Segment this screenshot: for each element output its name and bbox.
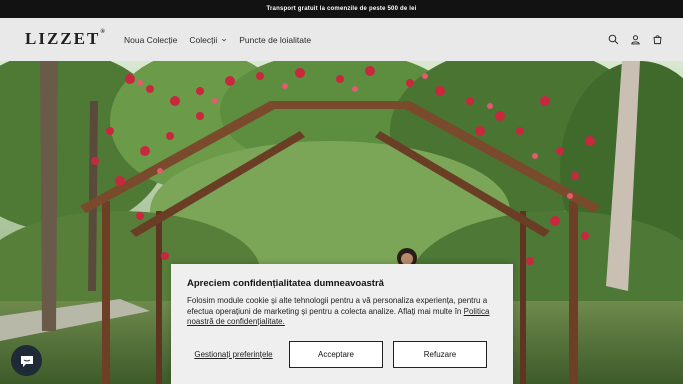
cookie-consent-banner: Apreciem confidențialitatea dumneavoastr… xyxy=(171,264,513,384)
site-header: LIZZET® Noua Colecție Colecții Puncte de… xyxy=(0,18,683,61)
chat-icon xyxy=(20,355,33,367)
nav-item-puncte-de-loialitate[interactable]: Puncte de loialitate xyxy=(239,35,311,45)
nav-label: Noua Colecție xyxy=(124,34,178,45)
nav-item-colectii[interactable]: Colecții xyxy=(189,35,227,45)
accept-cookies-button[interactable]: Acceptare xyxy=(289,341,383,368)
header-actions xyxy=(608,18,663,61)
search-icon[interactable] xyxy=(608,34,619,45)
manage-preferences-button[interactable]: Gestionați preferințele xyxy=(187,350,280,359)
cookie-banner-body: Folosim module cookie și alte tehnologii… xyxy=(187,296,488,316)
announcement-text: Transport gratuit la comenzile de peste … xyxy=(266,6,417,12)
cart-icon[interactable] xyxy=(652,34,663,45)
chat-widget-button[interactable] xyxy=(11,345,42,376)
account-icon[interactable] xyxy=(630,34,641,45)
logo-text: LIZZET xyxy=(25,29,101,48)
refuse-cookies-button[interactable]: Refuzare xyxy=(393,341,487,368)
nav-label: Puncte de loialitate xyxy=(239,34,312,45)
site-logo[interactable]: LIZZET® xyxy=(25,29,105,49)
cookie-banner-actions: Gestionați preferințele Acceptare Refuza… xyxy=(187,341,497,368)
main-nav: Noua Colecție Colecții Puncte de loialit… xyxy=(124,18,311,61)
announcement-bar: Transport gratuit la comenzile de peste … xyxy=(0,0,683,18)
nav-label: Colecții xyxy=(189,34,218,45)
cookie-banner-title: Apreciem confidențialitatea dumneavoastr… xyxy=(187,278,384,289)
cookie-banner-text: Folosim module cookie și alte tehnologii… xyxy=(187,296,497,328)
nav-item-noua-colectie[interactable]: Noua Colecție xyxy=(124,35,177,45)
logo-registered-mark: ® xyxy=(100,29,105,35)
chevron-down-icon xyxy=(222,38,227,41)
